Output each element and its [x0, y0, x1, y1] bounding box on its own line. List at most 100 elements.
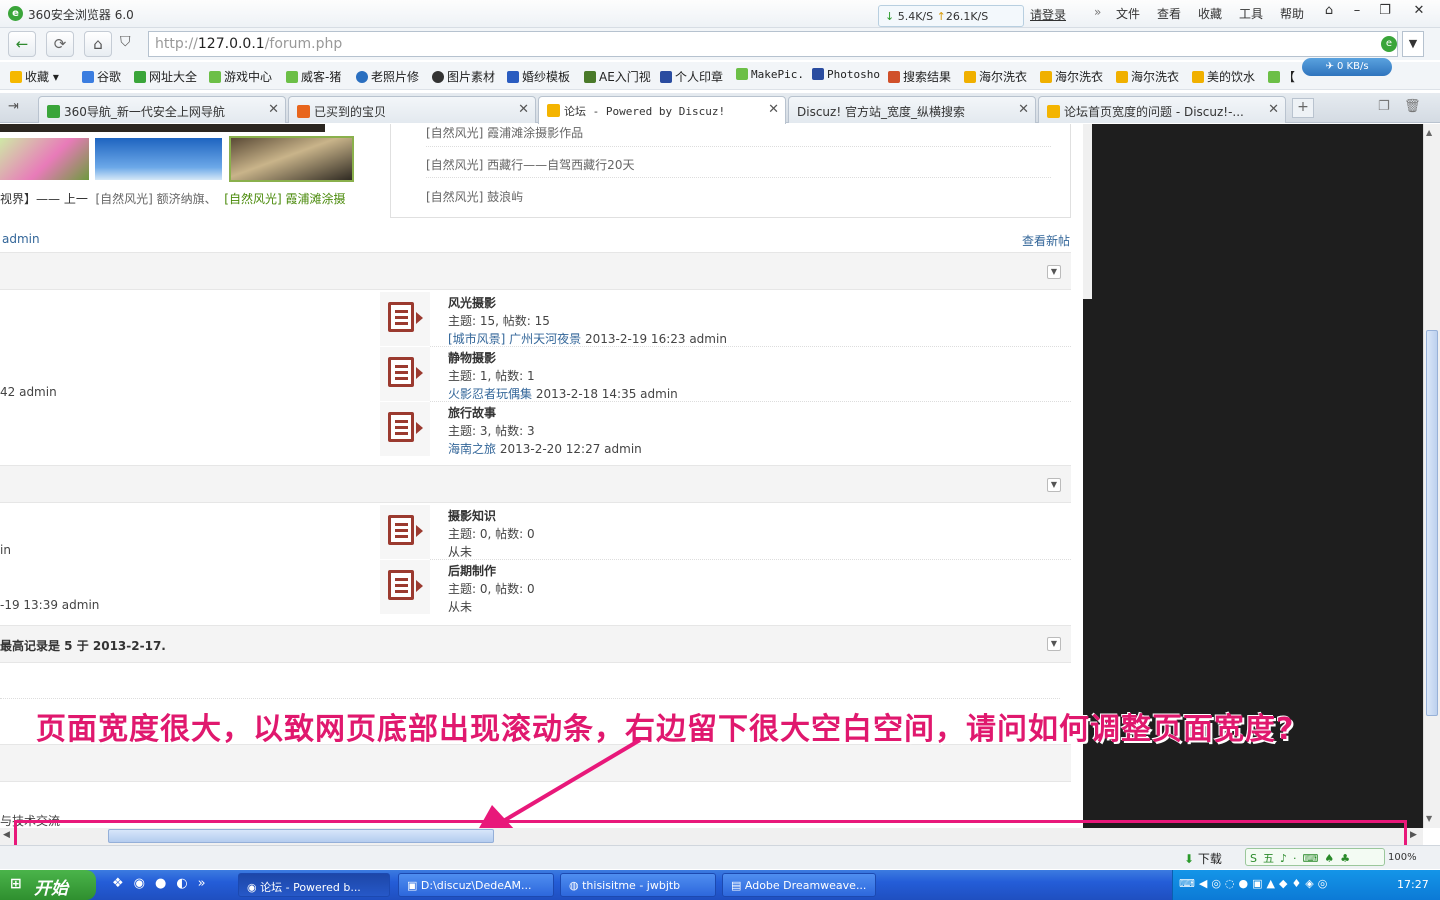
refresh-button[interactable]: ⟳: [46, 31, 74, 57]
fav-photoshop[interactable]: Photosho: [812, 68, 880, 81]
trash-icon[interactable]: 🗑: [1404, 99, 1421, 114]
system-tray: ⌨◀◎◌●▣▲◆♦◈◎ 17:27: [1172, 870, 1440, 900]
news-item[interactable]: [自然风光] 西藏行——自驾西藏行20天: [426, 156, 634, 173]
fav-oldphoto[interactable]: 老照片修: [356, 68, 419, 85]
fav-collect[interactable]: 收藏 ▾: [10, 68, 59, 85]
tab-forum-width[interactable]: 论坛首页宽度的问题 - Discuz!-... ✕: [1038, 96, 1286, 123]
download-button[interactable]: ⬇ 下载: [1184, 850, 1222, 867]
task-explorer[interactable]: ▣ D:\discuz\DedeAM...: [398, 873, 554, 897]
favorites-bar: 收藏 ▾ 谷歌 网址大全 游戏中心 威客-猪 老照片修 图片素材 婚纱模板 AE…: [0, 62, 1440, 90]
menu-help[interactable]: 帮助: [1280, 5, 1304, 22]
thumb-mudflat[interactable]: [229, 136, 354, 182]
fav-haier-2[interactable]: 海尔洗衣: [1040, 68, 1103, 85]
fav-google[interactable]: 谷歌: [82, 68, 121, 85]
slide-caption-1[interactable]: [自然风光] 额济纳旗、: [95, 192, 216, 206]
forum-stat: 主题: 1, 帖数: 1: [448, 369, 535, 383]
news-item[interactable]: [自然风光] 霞浦滩涂摄影作品: [426, 124, 583, 141]
sidebar-toggle-icon[interactable]: ⇥: [8, 99, 19, 114]
forum-icon[interactable]: [380, 347, 430, 401]
fav-haier-3[interactable]: 海尔洗衣: [1116, 68, 1179, 85]
news-item[interactable]: [自然风光] 鼓浪屿: [426, 188, 523, 205]
skin-icon[interactable]: ⌂: [1318, 3, 1340, 21]
forum-icon[interactable]: [380, 402, 430, 456]
slide-caption-2[interactable]: [自然风光] 霞浦滩涂摄: [224, 192, 345, 206]
tab-360-nav[interactable]: 360导航_新一代安全上网导航 ✕: [38, 96, 286, 123]
last-post: 从未: [448, 600, 473, 614]
last-post-link[interactable]: 海南之旅: [448, 442, 496, 456]
forum-name[interactable]: 静物摄影: [448, 349, 496, 366]
forum-icon[interactable]: [380, 560, 430, 614]
forum-group-header: ▼: [0, 465, 1071, 503]
forum-name[interactable]: 旅行故事: [448, 404, 496, 421]
browser-logo-icon: e: [8, 6, 23, 21]
clock[interactable]: 17:27: [1397, 878, 1429, 891]
new-tab-button[interactable]: +: [1292, 98, 1314, 118]
collapse-icon[interactable]: ▼: [1047, 265, 1061, 279]
start-button[interactable]: ⊞ 开始: [0, 870, 96, 900]
forum-name[interactable]: 摄影知识: [448, 507, 496, 524]
slide-image-top: [0, 124, 325, 132]
tab-bar: ⇥ 360导航_新一代安全上网导航 ✕ 已买到的宝贝 ✕ 论坛 - Powered …: [0, 93, 1440, 124]
close-window-button[interactable]: ✕: [1408, 3, 1430, 21]
fav-midea[interactable]: 美的饮水: [1192, 68, 1255, 85]
tab-forum-active[interactable]: 论坛 - Powered by Discuz! ✕: [538, 96, 786, 124]
quick-launch[interactable]: ❖◉●◐»: [112, 876, 216, 891]
collapse-icon[interactable]: ▼: [1047, 478, 1061, 492]
fav-wedding[interactable]: 婚纱模板: [507, 68, 570, 85]
task-dreamweaver[interactable]: ▤ Adobe Dreamweave...: [722, 873, 876, 897]
restore-button[interactable]: ❐: [1374, 3, 1396, 21]
collapse-icon[interactable]: ▼: [1047, 637, 1061, 651]
ie-mode-icon[interactable]: e: [1381, 36, 1397, 52]
home-button[interactable]: ⌂: [84, 31, 112, 57]
fav-game[interactable]: 游戏中心: [209, 68, 272, 85]
menu-favorites[interactable]: 收藏: [1198, 5, 1222, 22]
address-input[interactable]: http://127.0.0.1/forum.php: [148, 31, 1398, 57]
tray-icons[interactable]: ⌨◀◎◌●▣▲◆♦◈◎: [1179, 877, 1331, 890]
network-speed-widget[interactable]: ↓ 5.4K/S ↑26.1K/S: [878, 5, 1024, 27]
zoom-level[interactable]: 100%: [1388, 852, 1417, 863]
vertical-scroll-thumb[interactable]: [1426, 330, 1438, 716]
fav-site-nav[interactable]: 网址大全: [134, 68, 197, 85]
fav-seal[interactable]: 个人印章: [660, 68, 723, 85]
menu-view[interactable]: 查看: [1157, 5, 1181, 22]
tab-favicon: [47, 105, 60, 118]
forum-name[interactable]: 风光摄影: [448, 294, 496, 311]
last-post-link[interactable]: [城市风景] 广州天河夜景: [448, 332, 581, 346]
forum-name[interactable]: 后期制作: [448, 562, 496, 579]
last-post-link[interactable]: 火影忍者玩偶集: [448, 387, 532, 401]
login-link[interactable]: 请登录: [1030, 6, 1066, 23]
forum-stat: 主题: 0, 帖数: 0: [448, 582, 535, 596]
fav-image[interactable]: 图片素材: [432, 68, 495, 85]
menu-file[interactable]: 文件: [1116, 5, 1140, 22]
task-jwbjtb[interactable]: ◍ thisisitme - jwbjtb: [560, 873, 716, 897]
fav-more[interactable]: 【: [1268, 68, 1295, 85]
vertical-scrollbar[interactable]: ▲ ▼: [1423, 124, 1440, 828]
tab-discuz-official[interactable]: Discuz! 官方站_宽度_纵横搜索 ✕: [788, 96, 1036, 123]
last-post-time: 2013-2-18 14:35 admin: [535, 387, 678, 401]
back-button[interactable]: ←: [8, 31, 36, 57]
fav-weike[interactable]: 威客-猪: [286, 68, 341, 85]
fav-ae[interactable]: AE入门视: [584, 68, 651, 85]
ime-toolbar[interactable]: S五♪·⌨♠♣: [1245, 848, 1385, 866]
address-dropdown-button[interactable]: ▼: [1402, 31, 1424, 57]
fav-search-result[interactable]: 搜索结果: [888, 68, 951, 85]
thumb-sky[interactable]: [95, 138, 222, 180]
scroll-right-icon: ▶: [1410, 830, 1417, 840]
forum-icon[interactable]: [380, 292, 430, 346]
shield-icon[interactable]: ⛉: [120, 34, 142, 54]
traffic-badge[interactable]: ✈ 0 KB/s: [1302, 58, 1392, 76]
thumb-flower[interactable]: [0, 138, 89, 180]
menu-tools[interactable]: 工具: [1239, 5, 1263, 22]
forum-icon[interactable]: [380, 505, 430, 559]
tab-taobao[interactable]: 已买到的宝贝 ✕: [288, 96, 536, 123]
restore-tab-icon[interactable]: ❐: [1378, 99, 1390, 114]
scroll-left-icon: ◀: [3, 830, 10, 840]
fav-makepic[interactable]: MakePic.: [736, 68, 804, 81]
view-new-posts-link[interactable]: 查看新帖: [1022, 232, 1070, 249]
admin-link[interactable]: admin: [2, 232, 40, 246]
app-icon: ◍: [569, 879, 583, 892]
minimize-button[interactable]: –: [1346, 3, 1368, 21]
last-post: 从未: [448, 545, 473, 559]
task-forum[interactable]: ◉ 论坛 - Powered b...: [238, 873, 390, 897]
fav-haier-1[interactable]: 海尔洗衣: [964, 68, 1027, 85]
